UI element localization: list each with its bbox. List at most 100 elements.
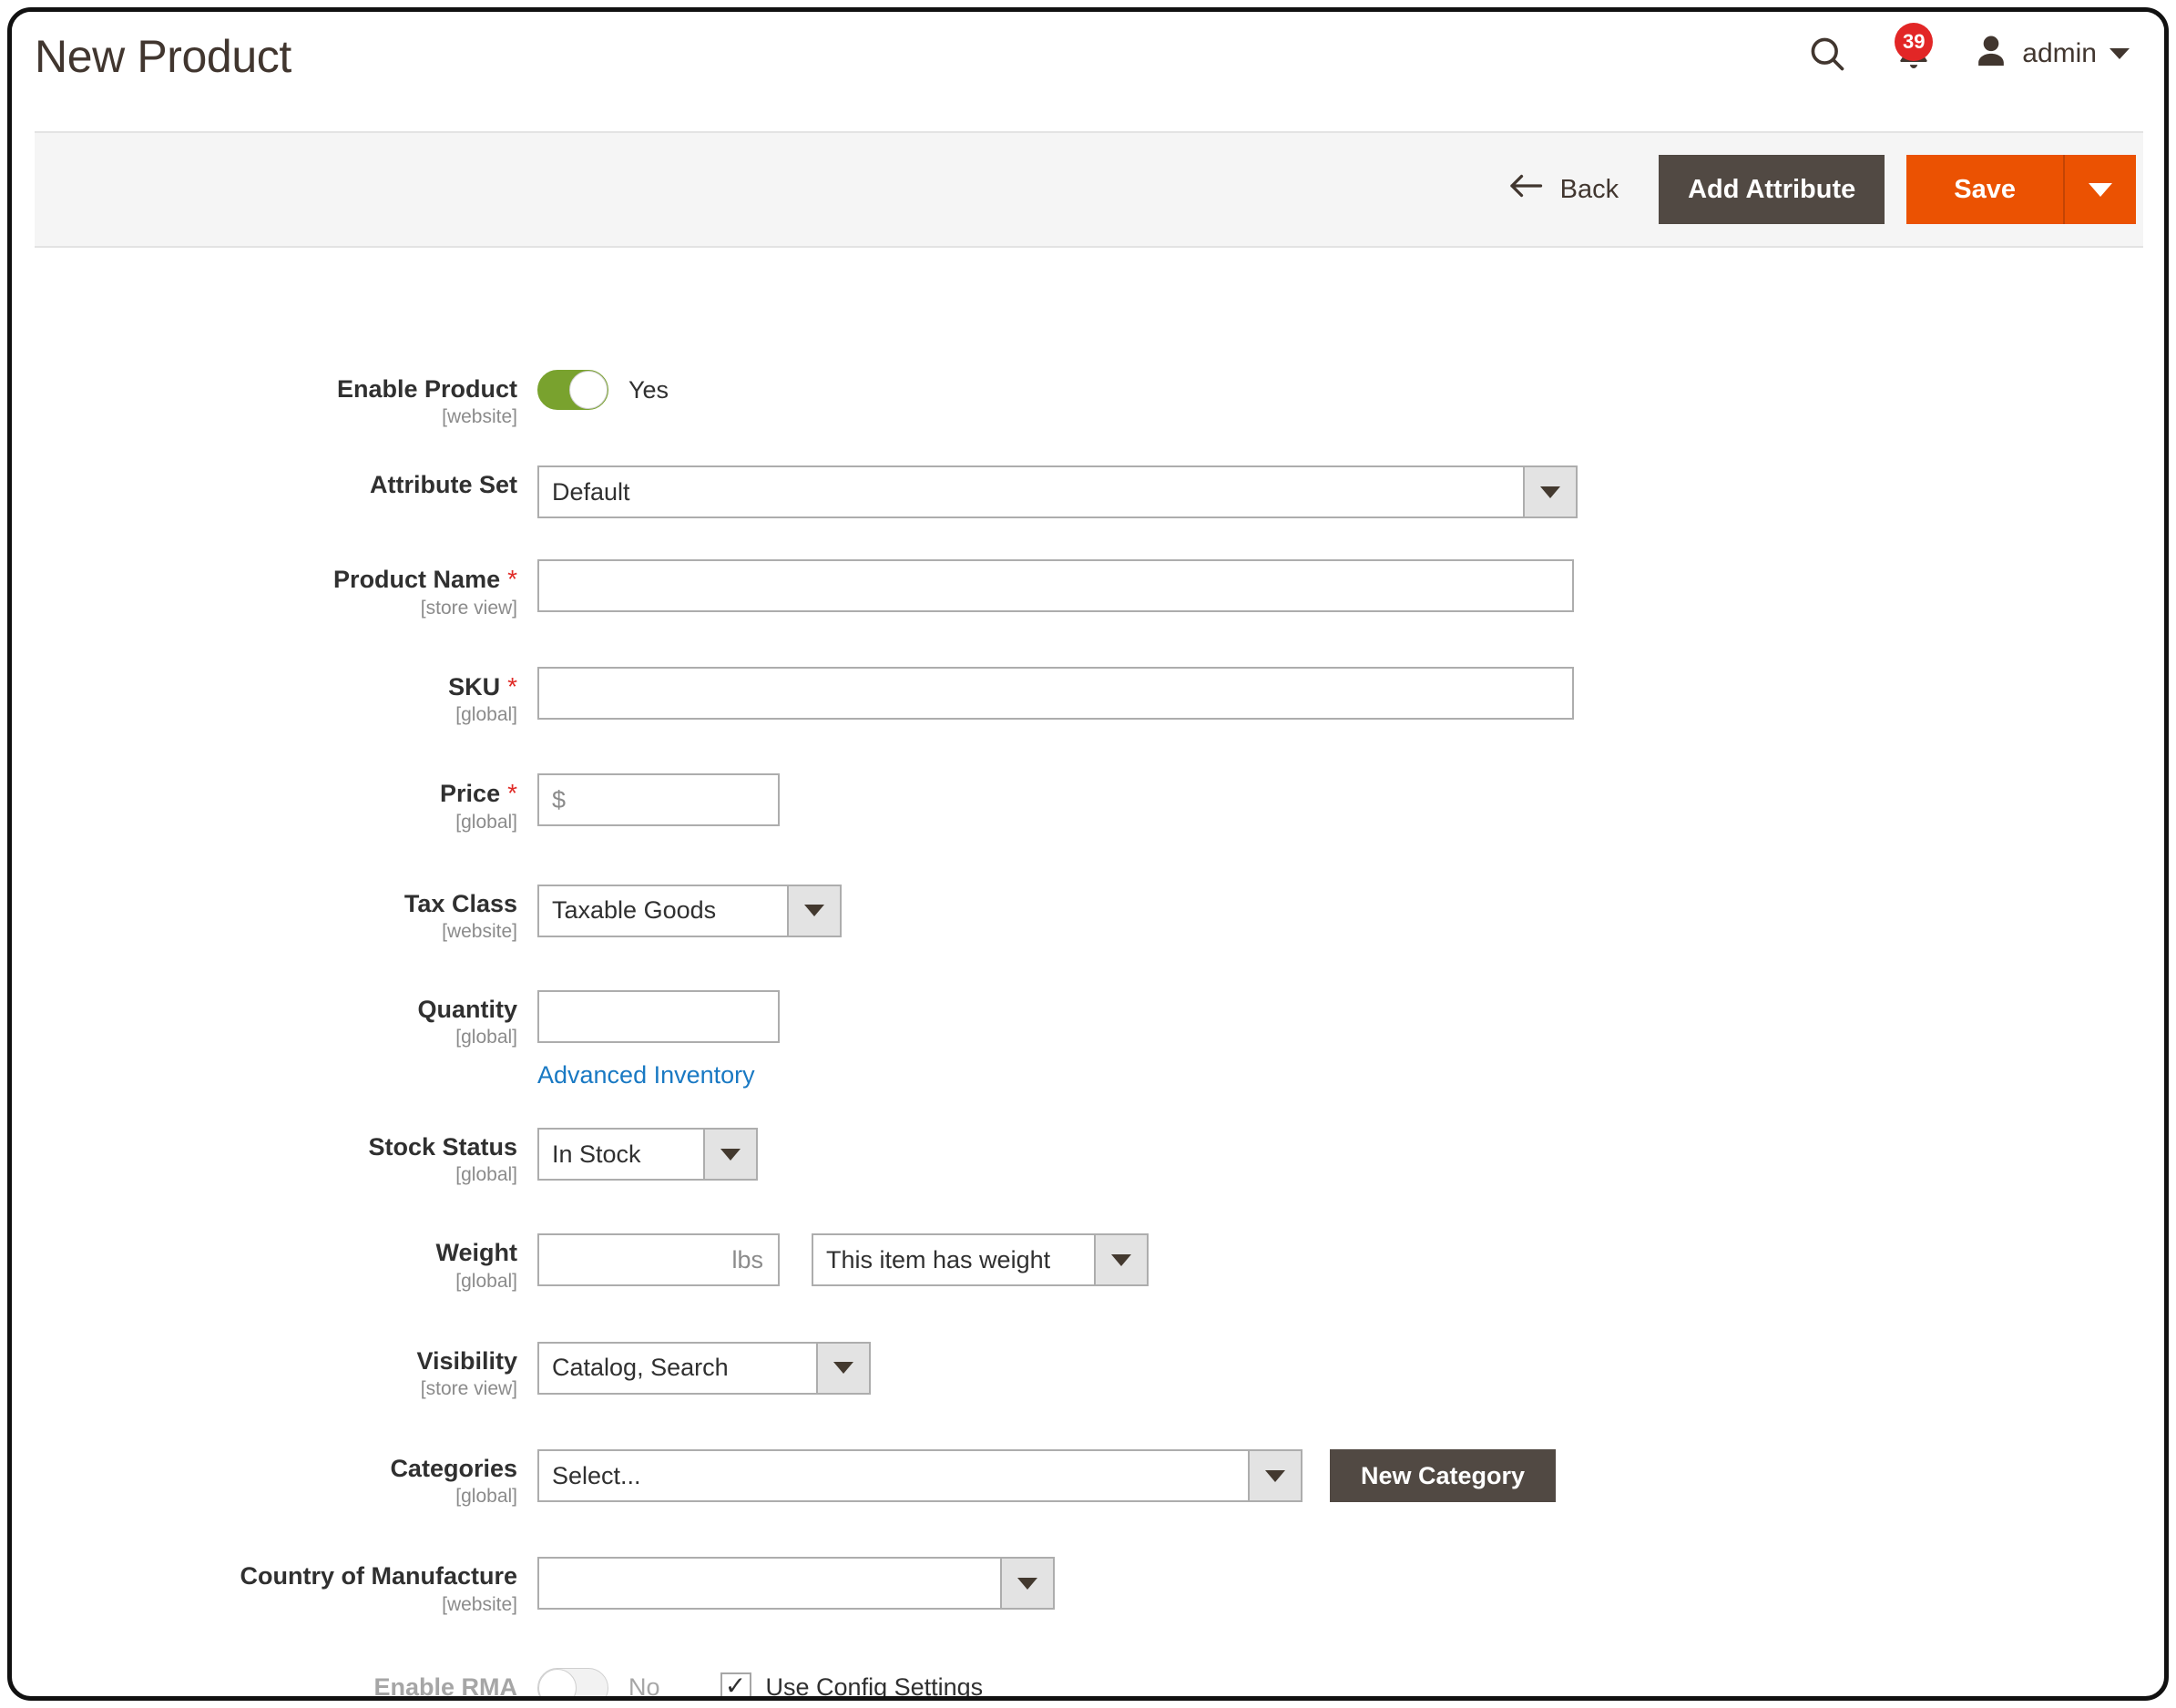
chevron-down-icon	[816, 1343, 869, 1393]
enable-rma-toggle[interactable]	[537, 1667, 608, 1696]
advanced-inventory-link[interactable]: Advanced Inventory	[537, 1061, 755, 1089]
scope-note: [website]	[442, 920, 517, 942]
chevron-down-icon	[1094, 1235, 1147, 1285]
chevron-down-icon	[703, 1130, 756, 1180]
chevron-down-icon	[787, 885, 840, 936]
label-col: Visibility [store view]	[12, 1342, 537, 1399]
enable-rma-toggle-group: No	[537, 1667, 660, 1701]
use-config-settings-label: Use Config Settings	[765, 1673, 984, 1701]
control-col	[537, 1557, 2164, 1611]
enable-product-state-label: Yes	[628, 375, 669, 404]
label-col: Categories [global]	[12, 1449, 537, 1507]
control-col: Yes	[537, 370, 2164, 414]
control-col: Select... New Category	[537, 1449, 2164, 1502]
country-of-manufacture-select[interactable]	[537, 1557, 1055, 1611]
product-name-input[interactable]	[537, 559, 1574, 613]
user-menu[interactable]: admin	[1956, 33, 2137, 76]
field-label: Country of Manufacture	[240, 1562, 517, 1590]
control-col: Default	[537, 465, 2164, 519]
arrow-left-icon	[1507, 172, 1544, 207]
tax-class-value: Taxable Goods	[552, 896, 717, 925]
scope-note: [website]	[442, 1593, 517, 1615]
scope-note: [global]	[455, 1027, 517, 1048]
use-config-settings-checkbox[interactable]: ✓ Use Config Settings	[720, 1671, 984, 1701]
control-col: This item has weight	[537, 1233, 2164, 1287]
control-col	[537, 666, 2164, 720]
save-options-button[interactable]	[2065, 155, 2136, 224]
scope-note: [global]	[455, 704, 517, 726]
stock-status-select[interactable]: In Stock	[537, 1128, 758, 1181]
categories-select[interactable]: Select...	[537, 1449, 1303, 1502]
field-label: Visibility	[416, 1346, 517, 1375]
categories-value: Select...	[552, 1461, 641, 1489]
field-label: Attribute Set	[370, 471, 517, 499]
scope-note: [global]	[455, 811, 517, 833]
header-actions: 39 admin	[1783, 23, 2137, 81]
enable-product-toggle-group: Yes	[537, 370, 669, 410]
label-col: Weight [global]	[12, 1233, 537, 1291]
weight-input[interactable]	[537, 1233, 780, 1287]
action-toolbar: Back Add Attribute Save	[35, 131, 2143, 248]
enable-product-toggle[interactable]	[537, 370, 608, 410]
control-col: Taxable Goods	[537, 884, 2164, 937]
enable-rma-state-label: No	[628, 1673, 660, 1701]
field-sku: SKU * [global]	[12, 666, 2164, 725]
chevron-down-icon	[1000, 1559, 1053, 1609]
label-col: Enable Product [website]	[12, 370, 537, 427]
chevron-down-icon	[1523, 467, 1576, 517]
label-col: Tax Class [website]	[12, 885, 537, 942]
product-form: Enable Product [website] Yes Attribute S…	[12, 248, 2164, 1701]
page-header: New Product 39 admin	[12, 12, 2164, 123]
field-stock-status: Stock Status [global] In Stock	[12, 1128, 2164, 1185]
label-col: Stock Status [global]	[12, 1128, 537, 1185]
control-col	[537, 559, 2164, 613]
add-attribute-button[interactable]: Add Attribute	[1659, 155, 1885, 224]
notifications-badge: 39	[1895, 23, 1934, 61]
sku-input[interactable]	[537, 666, 1574, 720]
scope-note: [website]	[442, 406, 517, 428]
save-button[interactable]: Save	[1906, 155, 2065, 224]
required-marker: *	[507, 779, 517, 808]
field-visibility: Visibility [store view] Catalog, Search	[12, 1341, 2164, 1399]
field-label-text: Price	[440, 780, 501, 808]
scope-note: [global]	[455, 1164, 517, 1186]
chevron-down-icon	[2089, 182, 2112, 197]
field-price: Price * [global]	[12, 773, 2164, 833]
quantity-input[interactable]	[537, 990, 780, 1044]
notifications-button[interactable]: 39	[1871, 23, 1956, 81]
tax-class-select[interactable]: Taxable Goods	[537, 884, 842, 937]
new-category-button[interactable]: New Category	[1330, 1449, 1557, 1502]
field-categories: Categories [global] Select... New Catego…	[12, 1449, 2164, 1507]
page-title: New Product	[35, 31, 291, 82]
weight-type-select[interactable]: This item has weight	[812, 1233, 1149, 1287]
weight-type-value: This item has weight	[826, 1245, 1051, 1273]
field-label: Weight	[435, 1239, 518, 1267]
field-country-of-manufacture: Country of Manufacture [website]	[12, 1557, 2164, 1615]
visibility-select[interactable]: Catalog, Search	[537, 1341, 871, 1395]
label-col: Country of Manufacture [website]	[12, 1557, 537, 1614]
price-input[interactable]	[537, 773, 780, 827]
back-button[interactable]: Back	[1489, 172, 1659, 207]
required-marker: *	[507, 671, 517, 701]
field-label: Enable Product	[336, 375, 517, 403]
field-label: Categories	[390, 1455, 517, 1482]
scope-note: [global]	[455, 1270, 517, 1292]
page-frame: New Product 39 admin Back Add Attribute …	[7, 7, 2169, 1701]
field-enable-product: Enable Product [website] Yes	[12, 370, 2164, 427]
attribute-set-select[interactable]: Default	[537, 465, 1578, 519]
search-button[interactable]	[1783, 26, 1871, 81]
scope-note: [global]	[455, 1486, 517, 1508]
label-col: SKU * [global]	[12, 667, 537, 725]
chevron-down-icon	[2110, 48, 2130, 59]
field-label: Tax Class	[404, 889, 517, 917]
check-icon: ✓	[724, 1671, 747, 1700]
control-col	[537, 773, 2164, 827]
field-label: Stock Status	[368, 1133, 517, 1161]
label-col: Price * [global]	[12, 773, 537, 832]
person-icon	[1973, 33, 2009, 76]
field-weight: Weight [global] This item has weight	[12, 1233, 2164, 1292]
label-col: Enable RMA [website]	[12, 1668, 537, 1701]
field-label: Product Name *	[12, 565, 517, 593]
label-col: Product Name * [store view]	[12, 559, 537, 618]
field-label: Enable RMA	[373, 1672, 517, 1701]
